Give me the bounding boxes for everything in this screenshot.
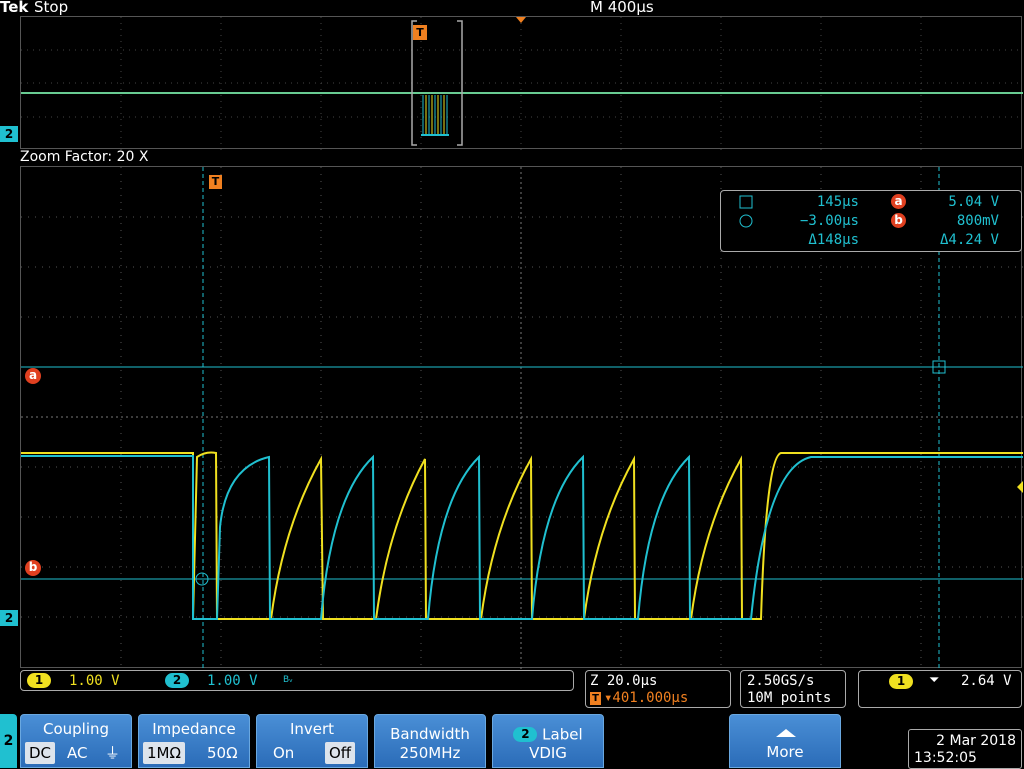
coupling-button[interactable]: Coupling DC AC ⏚ [20, 714, 132, 768]
ch2-trace [21, 454, 1023, 620]
zoom-factor-label: Zoom Factor: 20 X [20, 149, 149, 165]
record-length: 10M points [747, 690, 832, 706]
overview-ch2-marker[interactable]: 2 [0, 126, 18, 142]
ch2-scale: 1.00 V [207, 673, 258, 689]
trigger-position-icon [516, 17, 526, 23]
channel-menu-tab[interactable]: 2 [0, 714, 17, 768]
square-cursor-icon [739, 195, 753, 209]
overview-burst [421, 95, 449, 136]
trigger-source-badge: 1 [889, 674, 913, 689]
datetime-box: 2 Mar 2018 13:52:05 [908, 729, 1022, 769]
coupling-ac-option[interactable]: AC [63, 742, 91, 764]
coupling-ground-icon[interactable]: ⏚ [101, 742, 124, 764]
bandwidth-button[interactable]: Bandwidth 250MHz [374, 714, 486, 768]
zoom-scale: Z 20.0µs [590, 673, 658, 689]
cursor-b-marker[interactable]: b [25, 560, 41, 576]
date: 2 Mar 2018 [936, 733, 1016, 749]
up-arrow-icon [776, 729, 796, 737]
impedance-title: Impedance [152, 720, 236, 738]
horizontal-zoom-box[interactable]: Z 20.0µs T ▾401.000µs [585, 670, 731, 708]
trigger-level: 2.64 V [961, 673, 1012, 689]
cursor-a-value: 5.04 V [948, 194, 999, 210]
overview-trigger-marker: T [413, 25, 427, 40]
cursor-delta-time: Δ148µs [808, 232, 859, 248]
bandwidth-limit-icon: Bᵥ [283, 675, 293, 685]
ch1-trigger-level-icon [1017, 481, 1023, 493]
more-button[interactable]: More [729, 714, 841, 768]
label-title: Label [542, 725, 583, 744]
invert-title: Invert [289, 720, 335, 738]
impedance-50ohm-option[interactable]: 50Ω [203, 742, 242, 764]
overview-ch1-trace [21, 92, 1023, 94]
trigger-position: ▾401.000µs [604, 690, 689, 706]
more-title: More [766, 743, 804, 761]
cursor-delta-volt: Δ4.24 V [939, 232, 999, 248]
coupling-title: Coupling [42, 720, 110, 738]
coupling-dc-option[interactable]: DC [25, 742, 56, 764]
ch1-badge: 1 [27, 673, 51, 688]
impedance-button[interactable]: Impedance 1MΩ 50Ω [138, 714, 250, 768]
trigger-box[interactable]: 1 ⏷ 2.64 V [858, 670, 1022, 708]
channel-scale-box[interactable]: 1 1.00 V 2 1.00 V Bᵥ [20, 670, 574, 691]
cursor-a-badge: a [891, 194, 906, 209]
acquisition-state: Stop [34, 0, 69, 16]
bandwidth-value: 250MHz [399, 744, 461, 762]
ch2-ground-marker[interactable]: 2 [0, 610, 18, 626]
overview-window[interactable]: T [20, 16, 1023, 150]
bandwidth-title: Bandwidth [390, 725, 470, 743]
timebase-readout: M 400µs [590, 0, 654, 16]
overview-grid [21, 17, 1023, 150]
brand-logo: Tek [0, 0, 29, 16]
impedance-1mohm-option[interactable]: 1MΩ [143, 742, 185, 764]
label-value: VDIG [529, 744, 567, 762]
ch2-badge: 2 [165, 673, 189, 688]
sample-rate: 2.50GS/s [747, 673, 815, 689]
time: 13:52:05 [914, 750, 977, 766]
cursor-b-value: 800mV [956, 213, 999, 229]
trigger-slope-icon: ⏷ [929, 673, 940, 688]
label-title-row: 2 Label [493, 725, 603, 744]
cursor-t2-value: −3.00µs [799, 213, 859, 229]
cursor-a-marker[interactable]: a [25, 368, 41, 384]
circle-cursor-icon [739, 214, 753, 228]
label-button[interactable]: 2 Label VDIG [492, 714, 604, 768]
ch1-trace [21, 451, 1023, 620]
cursor-t1-value: 145µs [816, 194, 859, 210]
invert-off-option[interactable]: Off [325, 742, 356, 764]
zoom-trigger-marker: T [209, 175, 222, 189]
invert-on-option[interactable]: On [269, 742, 298, 764]
acquisition-box[interactable]: 2.50GS/s 10M points [740, 670, 846, 708]
zoom-window[interactable]: T 145µs a 5.04 V −3.00µs b 800mV Δ148µs … [20, 166, 1023, 669]
label-channel-badge: 2 [513, 727, 538, 742]
cursor-readout-panel: 145µs a 5.04 V −3.00µs b 800mV Δ148µs Δ4… [720, 190, 1022, 252]
ch1-scale: 1.00 V [69, 673, 120, 689]
invert-button[interactable]: Invert On Off [256, 714, 368, 768]
cursor-b-badge: b [891, 213, 906, 228]
trigger-pos-T-icon: T [590, 692, 601, 705]
